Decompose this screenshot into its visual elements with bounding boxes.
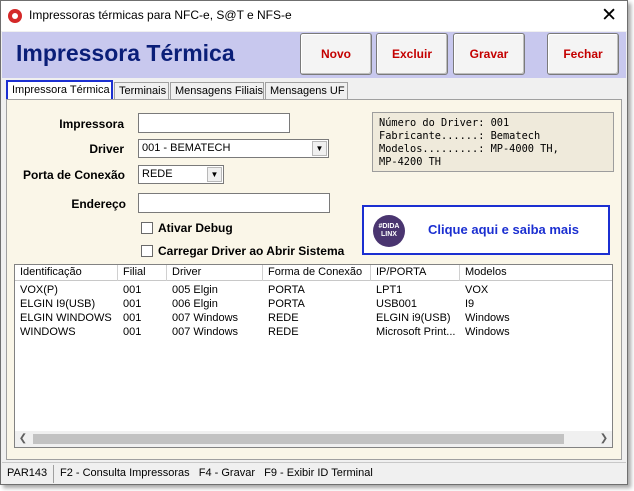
- dida-linx-logo: #DIDA LINX: [373, 215, 405, 247]
- table-cell: VOX(P): [20, 284, 58, 296]
- novo-button[interactable]: Novo: [300, 33, 372, 75]
- table-cell: 007 Windows: [172, 326, 239, 338]
- saiba-mais-link[interactable]: Clique aqui e saiba mais: [428, 222, 579, 237]
- table-cell: REDE: [268, 326, 299, 338]
- carregar-driver-checkbox[interactable]: [141, 245, 153, 257]
- tab-mensagens-uf[interactable]: Mensagens UF: [265, 82, 348, 100]
- ativar-debug-checkbox[interactable]: [141, 222, 153, 234]
- column-header[interactable]: Modelos: [460, 265, 612, 281]
- endereco-input[interactable]: [138, 193, 330, 213]
- saiba-mais-banner[interactable]: #DIDA LINX Clique aqui e saiba mais: [362, 205, 610, 255]
- table-cell: USB001: [376, 298, 417, 310]
- table-cell: Windows: [465, 326, 510, 338]
- tab-terminais[interactable]: Terminais: [114, 82, 169, 100]
- tab-impressora-termica[interactable]: Impressora Térmica: [6, 80, 113, 101]
- fechar-button[interactable]: Fechar: [547, 33, 619, 75]
- porta-conexao-select[interactable]: REDE ▼: [138, 165, 224, 184]
- porta-conexao-label: Porta de Conexão: [22, 168, 125, 182]
- chevron-down-icon[interactable]: ▼: [207, 167, 222, 182]
- table-cell: VOX: [465, 284, 489, 296]
- table-cell: PORTA: [268, 298, 305, 310]
- info-line: Número do Driver: 001: [379, 117, 510, 129]
- table-cell: 007 Windows: [172, 312, 239, 324]
- column-header[interactable]: Driver: [167, 265, 263, 281]
- info-line: Modelos.........: MP-4000 TH,: [379, 143, 559, 155]
- table-cell: Windows: [465, 312, 510, 324]
- carregar-driver-label: Carregar Driver ao Abrir Sistema: [158, 244, 345, 258]
- driver-info-box: Número do Driver: 001 Fabricante......: B…: [372, 112, 614, 172]
- table-row[interactable]: ELGIN WINDOWS 001 007 Windows REDE ELGIN…: [15, 311, 612, 325]
- impressora-input[interactable]: [138, 113, 290, 133]
- driver-label: Driver: [89, 142, 124, 156]
- main-window: Impressoras térmicas para NFC-e, S@T e N…: [0, 0, 628, 485]
- driver-value: 001 - BEMATECH: [142, 142, 231, 154]
- status-divider: [53, 465, 54, 483]
- table-cell: WINDOWS: [20, 326, 76, 338]
- status-code: PAR143: [7, 467, 48, 479]
- column-header[interactable]: Identificação: [15, 265, 118, 281]
- grid-header: Identificação Filial Driver Forma de Con…: [15, 265, 612, 281]
- table-cell: PORTA: [268, 284, 305, 296]
- impressoras-grid[interactable]: Identificação Filial Driver Forma de Con…: [14, 264, 613, 448]
- horizontal-scrollbar[interactable]: ❮ ❯: [15, 431, 612, 447]
- status-bar: PAR143 F2 - Consulta Impressoras F4 - Gr…: [2, 462, 626, 484]
- column-header[interactable]: Filial: [118, 265, 167, 281]
- tab-mensagens-filiais[interactable]: Mensagens Filiais: [170, 82, 264, 100]
- table-cell: 001: [123, 312, 142, 324]
- table-row[interactable]: ELGIN I9(USB) 001 006 Elgin PORTA USB001…: [15, 297, 612, 311]
- header-band: Impressora Térmica Novo Excluir Gravar F…: [2, 32, 626, 78]
- excluir-button[interactable]: Excluir: [376, 33, 448, 75]
- endereco-label: Endereço: [71, 197, 126, 211]
- table-row[interactable]: WINDOWS 001 007 Windows REDE Microsoft P…: [15, 325, 612, 339]
- table-row[interactable]: VOX(P) 001 005 Elgin PORTA LPT1 VOX: [15, 283, 612, 297]
- column-header[interactable]: IP/PORTA: [371, 265, 460, 281]
- impressora-label: Impressora: [59, 117, 124, 131]
- table-cell: REDE: [268, 312, 299, 324]
- table-cell: 001: [123, 298, 142, 310]
- table-cell: Microsoft Print...: [376, 326, 456, 338]
- table-cell: 001: [123, 284, 142, 296]
- table-cell: 006 Elgin: [172, 298, 218, 310]
- page-title: Impressora Térmica: [16, 40, 235, 66]
- table-cell: ELGIN I9(USB): [20, 298, 96, 310]
- scroll-thumb[interactable]: [33, 434, 564, 444]
- info-line: Fabricante......: Bematech: [379, 130, 541, 142]
- close-icon[interactable]: ✕: [601, 4, 617, 26]
- status-shortcuts: F2 - Consulta Impressoras F4 - Gravar F9…: [60, 467, 373, 479]
- table-cell: ELGIN i9(USB): [376, 312, 451, 324]
- scroll-right-icon[interactable]: ❯: [596, 431, 612, 447]
- driver-select[interactable]: 001 - BEMATECH ▼: [138, 139, 329, 158]
- column-header[interactable]: Forma de Conexão: [263, 265, 371, 281]
- table-cell: 005 Elgin: [172, 284, 218, 296]
- info-line: MP-4200 TH: [379, 156, 441, 168]
- title-bar: Impressoras térmicas para NFC-e, S@T e N…: [1, 1, 627, 31]
- chevron-down-icon[interactable]: ▼: [312, 141, 327, 156]
- gravar-button[interactable]: Gravar: [453, 33, 525, 75]
- table-cell: 001: [123, 326, 142, 338]
- porta-conexao-value: REDE: [142, 168, 173, 180]
- scroll-left-icon[interactable]: ❮: [15, 431, 31, 447]
- table-cell: ELGIN WINDOWS: [20, 312, 112, 324]
- window-title: Impressoras térmicas para NFC-e, S@T e N…: [29, 8, 292, 22]
- ativar-debug-label: Ativar Debug: [158, 221, 233, 235]
- table-cell: LPT1: [376, 284, 403, 296]
- table-cell: I9: [465, 298, 475, 310]
- app-icon: [8, 9, 22, 23]
